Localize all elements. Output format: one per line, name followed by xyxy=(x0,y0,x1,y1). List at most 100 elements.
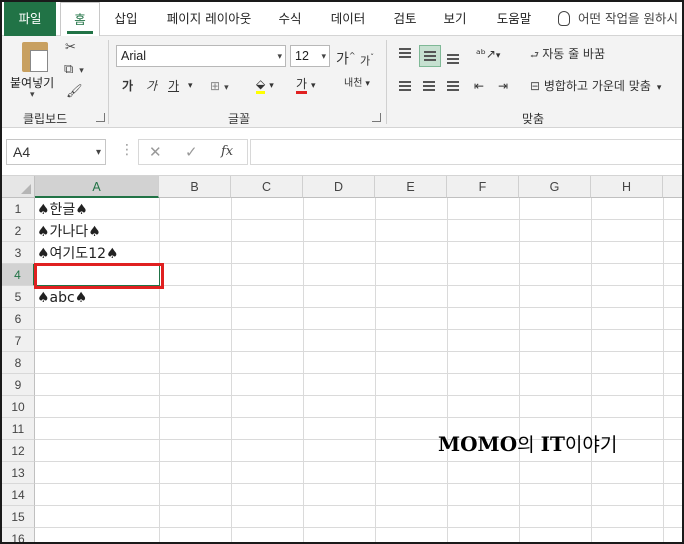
tab-review[interactable]: 검토 xyxy=(384,2,426,36)
row-header-8[interactable]: 8 xyxy=(2,352,35,374)
gridline xyxy=(35,395,682,396)
lightbulb-icon xyxy=(558,11,570,26)
align-top-icon[interactable] xyxy=(399,48,411,58)
highlight-box xyxy=(34,263,164,289)
tab-insert[interactable]: 삽입 xyxy=(106,2,146,36)
formula-bar: A4 ▾ ⋮ ✕ ✓ fx xyxy=(2,128,682,176)
more-options-icon[interactable]: ⋮ xyxy=(120,142,134,158)
row-header-16[interactable]: 16 xyxy=(2,528,35,542)
clipboard-launcher-icon[interactable] xyxy=(96,113,105,122)
excel-window: 파일 홈 삽입 페이지 레이아웃 수식 데이터 검토 보기 도움말 어떤 작업을… xyxy=(0,0,684,544)
column-header-f[interactable]: F xyxy=(447,176,519,198)
tab-formulas[interactable]: 수식 xyxy=(268,2,312,36)
paste-icon[interactable] xyxy=(22,42,48,72)
font-color-button[interactable]: 가 ▾ xyxy=(296,74,316,96)
font-size-value: 12 xyxy=(295,49,309,63)
align-bottom-icon[interactable] xyxy=(447,54,459,64)
merge-icon: ⊟ xyxy=(530,79,544,93)
gridline xyxy=(35,373,682,374)
cancel-icon[interactable]: ✕ xyxy=(149,140,162,164)
decrease-indent-icon[interactable]: ⇤ xyxy=(474,76,484,96)
align-center-icon[interactable] xyxy=(423,81,435,91)
gridline xyxy=(35,241,682,242)
row-header-13[interactable]: 13 xyxy=(2,462,35,484)
chevron-down-icon: ▾ xyxy=(95,147,101,158)
row-header-3[interactable]: 3 xyxy=(2,242,35,264)
italic-button[interactable]: 가 xyxy=(146,76,157,96)
select-all-button[interactable] xyxy=(2,176,35,198)
enter-icon[interactable]: ✓ xyxy=(185,140,198,164)
row-header-2[interactable]: 2 xyxy=(2,220,35,242)
row-header-10[interactable]: 10 xyxy=(2,396,35,418)
gridline xyxy=(231,198,232,542)
orientation-icon[interactable]: ᵃᵇ↗▾ xyxy=(476,44,500,66)
column-header-e[interactable]: E xyxy=(375,176,447,198)
clipboard-group-label: 클립보드 xyxy=(23,112,68,126)
column-header-d[interactable]: D xyxy=(303,176,375,198)
chevron-down-icon[interactable]: ▾ xyxy=(30,90,35,100)
column-header-b[interactable]: B xyxy=(159,176,231,198)
border-icon[interactable]: ⊞ ▾ xyxy=(210,76,229,98)
gridline xyxy=(35,461,682,462)
column-header-a[interactable]: A xyxy=(35,176,159,198)
row-header-12[interactable]: 12 xyxy=(2,440,35,462)
formula-input[interactable] xyxy=(250,139,682,165)
align-middle-icon xyxy=(424,51,436,61)
tab-home[interactable]: 홈 xyxy=(60,2,100,37)
ribbon: 붙여넣기 ▾ ✂ ⧉ ▾ 🖌 클립보드 Arial ▾ 12 ▾ 가^ 가ˇ 가 … xyxy=(2,36,682,128)
gridline xyxy=(35,329,682,330)
row-header-4[interactable]: 4 xyxy=(2,264,35,286)
row-header-1[interactable]: 1 xyxy=(2,198,35,220)
font-group-label: 글꼴 xyxy=(228,112,251,126)
tab-file[interactable]: 파일 xyxy=(4,2,56,36)
align-right-icon[interactable] xyxy=(447,81,459,91)
grow-font-button[interactable]: 가^ xyxy=(336,46,356,70)
row-header-11[interactable]: 11 xyxy=(2,418,35,440)
font-launcher-icon[interactable] xyxy=(372,113,381,122)
column-header-h[interactable]: H xyxy=(591,176,663,198)
tab-page-layout[interactable]: 페이지 레이아웃 xyxy=(154,2,264,36)
row-header-15[interactable]: 15 xyxy=(2,506,35,528)
merge-center-button[interactable]: ⊟ 병합하고 가운데 맞춤 ▾ xyxy=(530,76,661,98)
column-header-next[interactable] xyxy=(663,176,682,198)
align-left-icon[interactable] xyxy=(399,81,411,91)
worksheet-grid[interactable]: A B C D E F G H 1 2 3 4 5 6 7 8 9 10 11 … xyxy=(2,176,682,542)
font-size-select[interactable]: 12 ▾ xyxy=(290,45,330,67)
gridline xyxy=(519,198,520,542)
row-header-6[interactable]: 6 xyxy=(2,308,35,330)
row-header-7[interactable]: 7 xyxy=(2,330,35,352)
gridline xyxy=(447,198,448,542)
chevron-down-icon[interactable]: ▾ xyxy=(188,76,193,96)
row-header-9[interactable]: 9 xyxy=(2,374,35,396)
cell-a2[interactable]: ♠가나다♠ xyxy=(37,220,101,242)
name-box[interactable]: A4 ▾ xyxy=(6,139,106,165)
column-header-c[interactable]: C xyxy=(231,176,303,198)
underline-button[interactable]: 가 xyxy=(168,76,179,96)
cell-a3[interactable]: ♠여기도12♠ xyxy=(37,242,119,264)
watermark-text: MOMO의 IT이야기 xyxy=(438,432,618,456)
gridline xyxy=(35,505,682,506)
copy-icon[interactable]: ⧉ ▾ xyxy=(64,62,84,77)
paste-button-label[interactable]: 붙여넣기 xyxy=(10,74,54,91)
cut-icon[interactable]: ✂ xyxy=(65,40,76,55)
insert-function-icon[interactable]: fx xyxy=(221,140,233,164)
fill-color-icon[interactable]: ⬙ ▾ xyxy=(256,74,274,96)
increase-indent-icon[interactable]: ⇥ xyxy=(498,76,508,96)
chevron-down-icon: ▾ xyxy=(277,51,282,61)
tab-help[interactable]: 도움말 xyxy=(486,2,542,36)
cell-a1[interactable]: ♠한글♠ xyxy=(37,198,88,220)
cell-a5[interactable]: ♠abc♠ xyxy=(37,286,87,308)
bold-button[interactable]: 가 xyxy=(122,76,133,96)
font-name-select[interactable]: Arial ▾ xyxy=(116,45,286,67)
format-painter-icon[interactable]: 🖌 xyxy=(66,84,83,99)
tell-me-search[interactable]: 어떤 작업을 원하시 xyxy=(558,2,678,36)
shrink-font-button[interactable]: 가ˇ xyxy=(360,48,374,72)
row-header-5[interactable]: 5 xyxy=(2,286,35,308)
tab-data[interactable]: 데이터 xyxy=(320,2,376,36)
column-header-g[interactable]: G xyxy=(519,176,591,198)
phonetic-button[interactable]: 내천 ▾ xyxy=(344,74,370,94)
gridline xyxy=(591,198,592,542)
tab-view[interactable]: 보기 xyxy=(434,2,476,36)
wrap-text-button[interactable]: ⮐ 자동 줄 바꿈 xyxy=(530,44,605,66)
row-header-14[interactable]: 14 xyxy=(2,484,35,506)
